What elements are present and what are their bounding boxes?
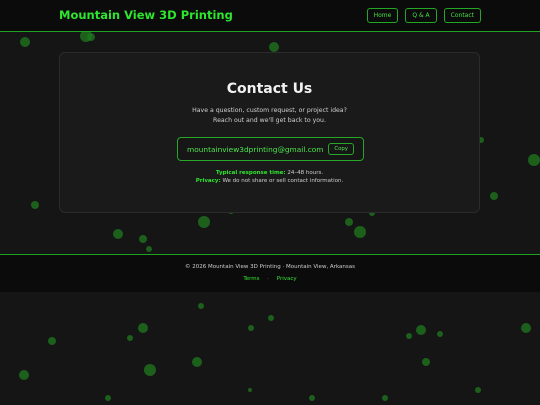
contact-card: Contact Us Have a question, custom reque… <box>59 52 480 213</box>
background-dot <box>406 333 412 339</box>
background-dot <box>354 226 366 238</box>
background-dot <box>127 335 133 341</box>
background-dot <box>437 331 443 337</box>
site-footer: © 2026 Mountain View 3D Printing · Mount… <box>0 254 540 292</box>
contact-description-line-1: Have a question, custom request, or proj… <box>192 107 347 114</box>
copy-email-button[interactable]: Copy <box>328 143 354 155</box>
background-dot <box>19 370 29 380</box>
nav-home-button[interactable]: Home <box>366 8 399 23</box>
response-time-value: 24–48 hours. <box>287 170 324 176</box>
background-dot <box>528 154 540 166</box>
background-dot <box>416 325 426 335</box>
background-dot <box>198 303 204 309</box>
nav-qa-button[interactable]: Q & A <box>405 8 437 23</box>
background-dot <box>20 37 30 47</box>
privacy-info: Privacy: We do not share or sell contact… <box>60 178 479 184</box>
background-dot <box>138 323 148 333</box>
background-dot <box>309 395 315 401</box>
privacy-value: We do not share or sell contact informat… <box>222 178 344 184</box>
response-time-info: Typical response time: 24–48 hours. <box>60 170 479 176</box>
background-dot <box>475 387 481 393</box>
contact-description: Have a question, custom request, or proj… <box>60 106 479 126</box>
footer-link-separator: · <box>267 276 270 282</box>
background-dot <box>422 358 430 366</box>
main-nav: Home Q & A Contact <box>366 8 481 23</box>
email-box: mountainview3dprinting@gmail.com Copy <box>177 137 364 161</box>
contact-description-line-2: Reach out and we'll get back to you. <box>213 117 326 124</box>
background-dot <box>268 315 274 321</box>
background-dot <box>105 395 111 401</box>
background-dot <box>113 229 123 239</box>
copyright-text: © 2026 Mountain View 3D Printing · Mount… <box>184 264 356 270</box>
response-time-label: Typical response time: <box>215 170 286 176</box>
footer-links: Terms · Privacy <box>0 276 540 282</box>
background-dot <box>382 395 388 401</box>
site-header: Mountain View 3D Printing Home Q & A Con… <box>0 0 540 32</box>
background-dot <box>490 192 498 200</box>
background-dot <box>521 323 531 333</box>
background-dot <box>144 364 156 376</box>
contact-title: Contact Us <box>226 81 313 97</box>
privacy-link[interactable]: Privacy <box>277 276 297 282</box>
background-dot <box>248 325 254 331</box>
privacy-label: Privacy: <box>195 178 221 184</box>
background-dot <box>146 246 152 252</box>
background-dot <box>269 42 279 52</box>
background-dot <box>192 357 202 367</box>
background-dot <box>48 337 56 345</box>
email-address[interactable]: mountainview3dprinting@gmail.com <box>187 145 324 154</box>
nav-contact-button[interactable]: Contact <box>443 8 481 23</box>
background-dot <box>87 33 95 41</box>
background-dot <box>198 216 210 228</box>
background-dot <box>139 235 147 243</box>
background-dot <box>248 388 252 392</box>
background-dot <box>31 201 39 209</box>
page: Mountain View 3D Printing Home Q & A Con… <box>0 0 540 405</box>
background-dot <box>345 218 353 226</box>
terms-link[interactable]: Terms <box>243 276 259 282</box>
site-brand[interactable]: Mountain View 3D Printing <box>59 8 233 22</box>
